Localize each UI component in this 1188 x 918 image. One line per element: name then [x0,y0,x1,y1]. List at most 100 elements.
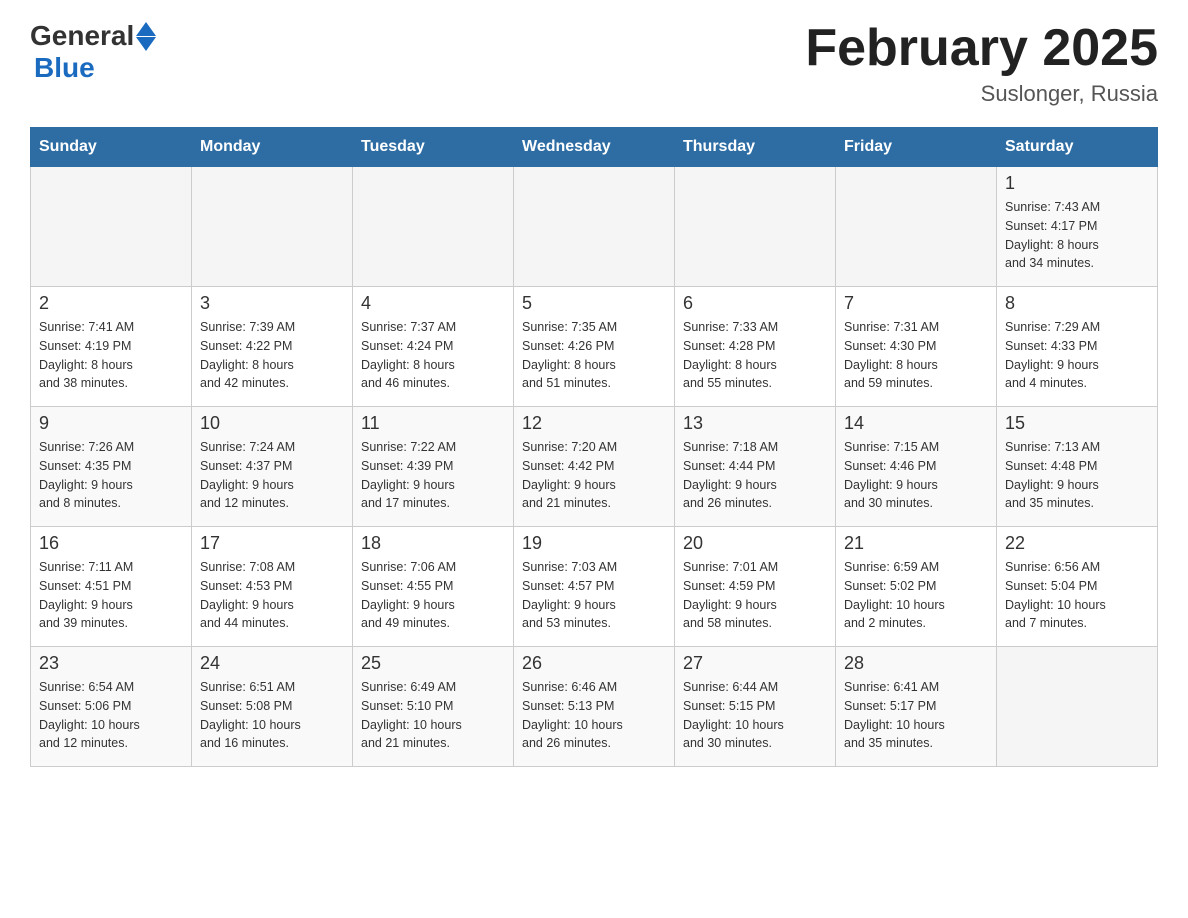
weekday-header-monday: Monday [192,128,353,167]
day-info: Sunrise: 7:26 AM Sunset: 4:35 PM Dayligh… [39,438,183,513]
day-number: 11 [361,413,505,434]
day-number: 10 [200,413,344,434]
calendar-week-3: 9 Sunrise: 7:26 AM Sunset: 4:35 PM Daylig… [31,407,1158,527]
calendar-cell [675,167,836,287]
day-info: Sunrise: 7:13 AM Sunset: 4:48 PM Dayligh… [1005,438,1149,513]
day-info: Sunrise: 6:49 AM Sunset: 5:10 PM Dayligh… [361,678,505,753]
day-number: 15 [1005,413,1149,434]
calendar-cell: 9 Sunrise: 7:26 AM Sunset: 4:35 PM Daylig… [31,407,192,527]
day-number: 23 [39,653,183,674]
day-number: 1 [1005,173,1149,194]
calendar-cell [836,167,997,287]
weekday-header-friday: Friday [836,128,997,167]
day-number: 8 [1005,293,1149,314]
day-number: 18 [361,533,505,554]
calendar-cell: 16 Sunrise: 7:11 AM Sunset: 4:51 PM Dayli… [31,527,192,647]
day-number: 14 [844,413,988,434]
day-info: Sunrise: 7:11 AM Sunset: 4:51 PM Dayligh… [39,558,183,633]
calendar-cell: 7 Sunrise: 7:31 AM Sunset: 4:30 PM Daylig… [836,287,997,407]
day-info: Sunrise: 7:18 AM Sunset: 4:44 PM Dayligh… [683,438,827,513]
calendar-cell: 13Sunrise: 7:18 AM Sunset: 4:44 PM Dayli… [675,407,836,527]
weekday-header-thursday: Thursday [675,128,836,167]
calendar-cell: 8Sunrise: 7:29 AM Sunset: 4:33 PM Daylig… [997,287,1158,407]
day-number: 4 [361,293,505,314]
logo: General Blue [30,20,156,84]
day-info: Sunrise: 7:41 AM Sunset: 4:19 PM Dayligh… [39,318,183,393]
calendar-cell [514,167,675,287]
calendar-table: SundayMondayTuesdayWednesdayThursdayFrid… [30,127,1158,767]
calendar-cell: 12Sunrise: 7:20 AM Sunset: 4:42 PM Dayli… [514,407,675,527]
day-info: Sunrise: 7:24 AM Sunset: 4:37 PM Dayligh… [200,438,344,513]
calendar-cell: 15 Sunrise: 7:13 AM Sunset: 4:48 PM Dayli… [997,407,1158,527]
calendar-cell: 20 Sunrise: 7:01 AM Sunset: 4:59 PM Dayli… [675,527,836,647]
day-info: Sunrise: 7:22 AM Sunset: 4:39 PM Dayligh… [361,438,505,513]
calendar-week-4: 16 Sunrise: 7:11 AM Sunset: 4:51 PM Dayli… [31,527,1158,647]
day-info: Sunrise: 6:46 AM Sunset: 5:13 PM Dayligh… [522,678,666,753]
day-info: Sunrise: 7:15 AM Sunset: 4:46 PM Dayligh… [844,438,988,513]
day-info: Sunrise: 7:08 AM Sunset: 4:53 PM Dayligh… [200,558,344,633]
day-number: 27 [683,653,827,674]
day-number: 17 [200,533,344,554]
calendar-week-1: 1 Sunrise: 7:43 AM Sunset: 4:17 PM Daylig… [31,167,1158,287]
calendar-week-2: 2Sunrise: 7:41 AM Sunset: 4:19 PM Daylig… [31,287,1158,407]
calendar-cell: 6Sunrise: 7:33 AM Sunset: 4:28 PM Daylig… [675,287,836,407]
day-number: 7 [844,293,988,314]
calendar-week-5: 23 Sunrise: 6:54 AM Sunset: 5:06 PM Dayli… [31,647,1158,767]
day-number: 3 [200,293,344,314]
day-info: Sunrise: 6:51 AM Sunset: 5:08 PM Dayligh… [200,678,344,753]
calendar-cell: 19Sunrise: 7:03 AM Sunset: 4:57 PM Dayli… [514,527,675,647]
day-number: 16 [39,533,183,554]
calendar-cell: 21 Sunrise: 6:59 AM Sunset: 5:02 PM Dayli… [836,527,997,647]
calendar-cell: 28 Sunrise: 6:41 AM Sunset: 5:17 PM Dayli… [836,647,997,767]
day-number: 22 [1005,533,1149,554]
day-number: 28 [844,653,988,674]
page-header: General Blue February 2025 Suslonger, Ru… [30,20,1158,107]
calendar-cell [353,167,514,287]
day-info: Sunrise: 7:20 AM Sunset: 4:42 PM Dayligh… [522,438,666,513]
day-info: Sunrise: 7:01 AM Sunset: 4:59 PM Dayligh… [683,558,827,633]
day-info: Sunrise: 6:41 AM Sunset: 5:17 PM Dayligh… [844,678,988,753]
calendar-cell: 25 Sunrise: 6:49 AM Sunset: 5:10 PM Dayli… [353,647,514,767]
calendar-cell: 17 Sunrise: 7:08 AM Sunset: 4:53 PM Dayli… [192,527,353,647]
day-number: 9 [39,413,183,434]
calendar-cell: 23 Sunrise: 6:54 AM Sunset: 5:06 PM Dayli… [31,647,192,767]
calendar-cell [192,167,353,287]
day-info: Sunrise: 6:44 AM Sunset: 5:15 PM Dayligh… [683,678,827,753]
calendar-cell: 5Sunrise: 7:35 AM Sunset: 4:26 PM Daylig… [514,287,675,407]
weekday-header-wednesday: Wednesday [514,128,675,167]
title-block: February 2025 Suslonger, Russia [805,20,1158,107]
day-number: 25 [361,653,505,674]
calendar-cell: 11 Sunrise: 7:22 AM Sunset: 4:39 PM Dayli… [353,407,514,527]
month-title: February 2025 [805,20,1158,77]
day-info: Sunrise: 6:56 AM Sunset: 5:04 PM Dayligh… [1005,558,1149,633]
day-number: 19 [522,533,666,554]
calendar-cell: 22 Sunrise: 6:56 AM Sunset: 5:04 PM Dayli… [997,527,1158,647]
logo-text-general: General [30,20,134,52]
day-info: Sunrise: 7:31 AM Sunset: 4:30 PM Dayligh… [844,318,988,393]
location: Suslonger, Russia [805,81,1158,107]
day-info: Sunrise: 6:54 AM Sunset: 5:06 PM Dayligh… [39,678,183,753]
day-number: 26 [522,653,666,674]
calendar-cell [997,647,1158,767]
logo-block: General Blue [30,20,156,84]
logo-arrow-up-icon [136,22,156,36]
weekday-header-sunday: Sunday [31,128,192,167]
day-number: 20 [683,533,827,554]
day-info: Sunrise: 6:59 AM Sunset: 5:02 PM Dayligh… [844,558,988,633]
day-number: 5 [522,293,666,314]
calendar-cell: 3 Sunrise: 7:39 AM Sunset: 4:22 PM Daylig… [192,287,353,407]
calendar-cell: 2Sunrise: 7:41 AM Sunset: 4:19 PM Daylig… [31,287,192,407]
calendar-cell: 26 Sunrise: 6:46 AM Sunset: 5:13 PM Dayli… [514,647,675,767]
calendar-header-row: SundayMondayTuesdayWednesdayThursdayFrid… [31,128,1158,167]
weekday-header-tuesday: Tuesday [353,128,514,167]
day-info: Sunrise: 7:37 AM Sunset: 4:24 PM Dayligh… [361,318,505,393]
calendar-cell: 4 Sunrise: 7:37 AM Sunset: 4:24 PM Daylig… [353,287,514,407]
calendar-cell: 1 Sunrise: 7:43 AM Sunset: 4:17 PM Daylig… [997,167,1158,287]
logo-arrow-down-icon [136,37,156,51]
day-info: Sunrise: 7:43 AM Sunset: 4:17 PM Dayligh… [1005,198,1149,273]
day-info: Sunrise: 7:06 AM Sunset: 4:55 PM Dayligh… [361,558,505,633]
day-number: 21 [844,533,988,554]
weekday-header-saturday: Saturday [997,128,1158,167]
day-info: Sunrise: 7:39 AM Sunset: 4:22 PM Dayligh… [200,318,344,393]
calendar-cell: 27 Sunrise: 6:44 AM Sunset: 5:15 PM Dayli… [675,647,836,767]
